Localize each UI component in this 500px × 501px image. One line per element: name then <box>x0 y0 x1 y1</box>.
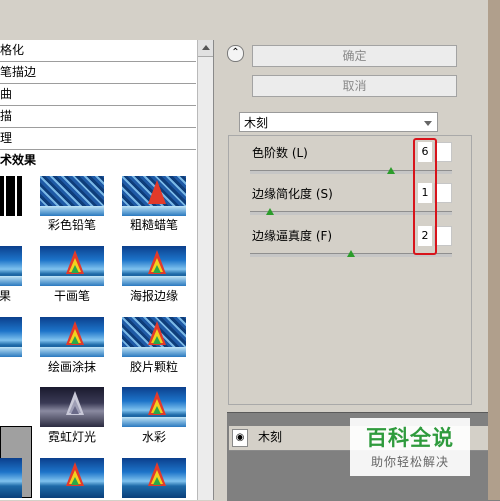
chevron-down-icon <box>424 121 432 126</box>
levels-label: 色阶数 (L) <box>252 146 308 160</box>
filter-category-artistic[interactable]: 术效果 <box>0 150 196 171</box>
thumbnail-label: 彩色铅笔 <box>47 218 96 232</box>
edge-simplicity-label: 边缘简化度 (S) <box>252 187 333 201</box>
scroll-up-arrow-icon[interactable] <box>198 40 213 57</box>
filter-thumbnail-poster-edges[interactable] <box>122 246 186 286</box>
category-label: 理 <box>0 131 13 145</box>
ok-button[interactable]: 确定 <box>252 45 457 67</box>
filter-thumbnail[interactable] <box>0 317 22 357</box>
eye-icon[interactable]: ◉ <box>232 429 248 447</box>
filter-list-scrollbar[interactable] <box>197 40 213 500</box>
thumbnail-label: 水彩 <box>141 430 166 444</box>
category-label: 笔描边 <box>0 65 37 79</box>
filter-thumbnail-film-grain[interactable] <box>122 317 186 357</box>
category-label: 曲 <box>0 87 13 101</box>
category-label: 格化 <box>0 43 25 57</box>
filter-thumbnail[interactable] <box>122 458 186 498</box>
filter-category-texture[interactable]: 理 <box>0 128 196 150</box>
filter-thumbnail-watercolor[interactable] <box>122 387 186 427</box>
thumbnail-label: 海报边缘 <box>129 289 178 303</box>
filter-thumbnail[interactable] <box>0 246 22 286</box>
filter-thumbnail-colored-pencil[interactable] <box>40 176 104 216</box>
category-label: 术效果 <box>0 153 37 167</box>
edge-simplicity-slider-knob[interactable] <box>266 208 275 215</box>
edge-fidelity-slider-knob[interactable] <box>347 250 355 257</box>
filter-thumbnail-neon-glow[interactable] <box>40 387 104 427</box>
window-edge <box>488 0 500 500</box>
effect-layer-name: 木刻 <box>258 430 283 444</box>
watermark-subtitle: 助你轻松解决 <box>370 455 449 469</box>
thumbnail-label: 粗糙蜡笔 <box>129 218 178 232</box>
filter-thumbnail[interactable] <box>40 458 104 498</box>
filter-category-sketch[interactable]: 描 <box>0 106 196 128</box>
thumbnail-label: 绘画涂抹 <box>47 360 96 374</box>
thumbnail-label: 霓虹灯光 <box>47 430 96 444</box>
filter-category-stylize[interactable]: 格化 <box>0 40 196 62</box>
edge-fidelity-label: 边缘逼真度 (F) <box>252 229 333 243</box>
filter-category-distort[interactable]: 曲 <box>0 84 196 106</box>
thumbnail-label: 胶片颗粒 <box>129 360 178 374</box>
category-label: 描 <box>0 109 13 123</box>
filter-thumbnail-dry-brush[interactable] <box>40 246 104 286</box>
filter-select[interactable]: 木刻 <box>239 112 438 132</box>
filter-thumbnail-rough-pastels[interactable] <box>122 176 186 216</box>
levels-slider-knob[interactable] <box>387 167 396 174</box>
filter-gallery-list: 格化 笔描边 曲 描 理 术效果 彩色铅笔 粗糙蜡笔 果 干画笔 海报边缘 绘画… <box>0 40 214 500</box>
watermark-title: 百科全说 <box>366 426 454 450</box>
filter-category-brush-strokes[interactable]: 笔描边 <box>0 62 196 84</box>
cancel-button[interactable]: 取消 <box>252 75 457 97</box>
filter-thumbnail-paint-daubs[interactable] <box>40 317 104 357</box>
filter-select-value: 木刻 <box>244 116 269 130</box>
chevron-up-icon[interactable]: ⌃ <box>227 45 244 62</box>
value-highlight-annotation <box>413 138 437 255</box>
filter-thumbnail[interactable] <box>0 458 22 498</box>
filter-thumbnail[interactable] <box>0 176 22 216</box>
thumbnail-label: 干画笔 <box>53 289 90 303</box>
